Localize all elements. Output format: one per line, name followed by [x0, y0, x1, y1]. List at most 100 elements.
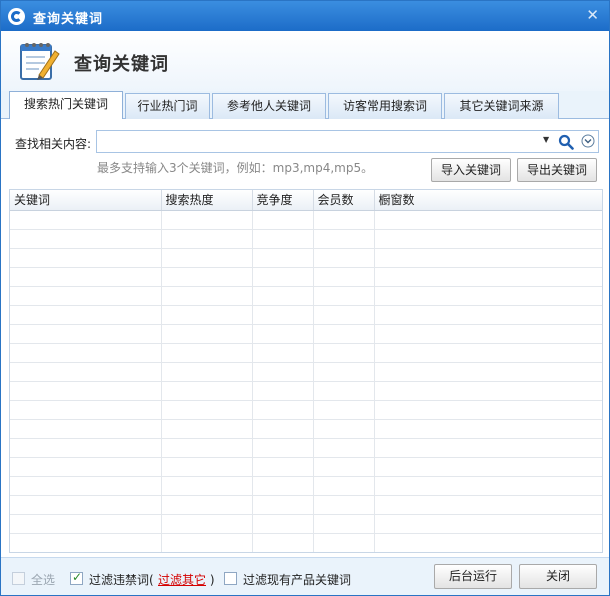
table-cell [10, 305, 162, 325]
column-header-showcase[interactable]: 橱窗数 [374, 190, 602, 211]
app-logo-icon [8, 8, 25, 25]
table-row[interactable] [10, 305, 602, 325]
header-title: 查询关键词 [74, 54, 169, 75]
column-header-keyword[interactable]: 关键词 [10, 190, 162, 211]
table-cell [313, 229, 375, 249]
table-cell [161, 438, 253, 458]
import-keywords-button[interactable]: 导入关键词 [431, 158, 511, 182]
table-row[interactable] [10, 229, 602, 249]
header: 查询关键词 [1, 31, 609, 91]
filter-existing-checkbox[interactable] [224, 572, 237, 585]
table-cell [161, 476, 253, 496]
tab-industry-hot-words[interactable]: 行业热门词 [125, 93, 210, 119]
table-cell [161, 324, 253, 344]
table-row[interactable] [10, 381, 602, 401]
chevron-down-circle-icon[interactable] [581, 134, 595, 148]
table-row[interactable] [10, 362, 602, 382]
table-cell [10, 400, 162, 420]
bottom-bar: 全选 ✓ 过滤违禁词( 过滤其它 ) 过滤现有产品关键词 后台运行 关闭 [1, 557, 609, 595]
table-cell [161, 229, 253, 249]
filter-other-link[interactable]: 过滤其它 [158, 573, 206, 587]
close-button[interactable]: 关闭 [519, 564, 597, 589]
filter-banned-checkbox[interactable]: ✓ [70, 570, 83, 585]
window-title: 查询关键词 [33, 12, 104, 27]
table-cell [313, 400, 375, 420]
table-row[interactable] [10, 476, 602, 496]
table-cell [313, 267, 375, 287]
table-cell [374, 457, 602, 477]
table-cell [313, 495, 375, 515]
table-cell [374, 248, 602, 268]
table-cell [374, 495, 602, 515]
table-cell [10, 324, 162, 344]
search-combobox[interactable]: ▼ [96, 130, 599, 153]
dropdown-arrow-icon[interactable]: ▼ [543, 135, 549, 144]
table-row[interactable] [10, 438, 602, 458]
table-cell [161, 381, 253, 401]
table-cell [374, 514, 602, 534]
table-cell [10, 381, 162, 401]
tab-reference-others-keywords[interactable]: 参考他人关键词 [212, 93, 326, 119]
table-cell [252, 419, 314, 439]
table-cell [252, 533, 314, 552]
table-row[interactable] [10, 400, 602, 420]
table-cell [313, 438, 375, 458]
table-row[interactable] [10, 267, 602, 287]
column-header-members[interactable]: 会员数 [313, 190, 375, 211]
column-header-search-heat[interactable]: 搜索热度 [161, 190, 253, 211]
export-keywords-button[interactable]: 导出关键词 [517, 158, 597, 182]
table-cell [161, 267, 253, 287]
table-row[interactable] [10, 419, 602, 439]
notepad-pencil-icon [20, 43, 60, 80]
table-row[interactable] [10, 248, 602, 268]
table-cell [10, 495, 162, 515]
column-header-competition[interactable]: 竞争度 [252, 190, 314, 211]
search-input[interactable] [99, 133, 539, 150]
table-cell [374, 476, 602, 496]
keyword-table: 关键词 搜索热度 竞争度 会员数 橱窗数 [9, 189, 603, 553]
table-cell [313, 476, 375, 496]
table-cell [252, 476, 314, 496]
filter-banned-label: 过滤违禁词( [89, 573, 154, 587]
table-cell [313, 248, 375, 268]
table-row[interactable] [10, 457, 602, 477]
tab-content: 查找相关内容: ▼ 最多支持输入3个关键词，例如：mp3,mp4,mp5。 导入… [1, 119, 609, 557]
table-cell [252, 267, 314, 287]
table-cell [374, 229, 602, 249]
table-cell [374, 343, 602, 363]
table-cell [161, 419, 253, 439]
table-cell [252, 248, 314, 268]
table-cell [10, 362, 162, 382]
table-row[interactable] [10, 533, 602, 552]
tab-hot-search-keywords[interactable]: 搜索热门关键词 [9, 91, 123, 120]
table-cell [161, 400, 253, 420]
table-cell [10, 210, 162, 230]
table-cell [252, 210, 314, 230]
close-icon[interactable]: ✕ [586, 6, 599, 24]
checkmark-icon: ✓ [72, 570, 83, 584]
table-row[interactable] [10, 495, 602, 515]
search-icon[interactable] [558, 134, 574, 150]
background-run-button[interactable]: 后台运行 [434, 564, 512, 589]
table-cell [374, 362, 602, 382]
table-row[interactable] [10, 324, 602, 344]
tab-visitor-search-words[interactable]: 访客常用搜索词 [328, 93, 442, 119]
table-row[interactable] [10, 210, 602, 230]
table-cell [374, 267, 602, 287]
table-row[interactable] [10, 286, 602, 306]
filter-banned-close-paren: ) [209, 573, 215, 587]
table-cell [10, 476, 162, 496]
table-cell [161, 248, 253, 268]
table-cell [10, 533, 162, 552]
table-cell [252, 229, 314, 249]
select-all-checkbox[interactable] [12, 572, 25, 585]
table-cell [374, 400, 602, 420]
table-row[interactable] [10, 343, 602, 363]
table-cell [10, 286, 162, 306]
tab-other-keyword-sources[interactable]: 其它关键词来源 [444, 93, 559, 119]
table-row[interactable] [10, 514, 602, 534]
table-cell [161, 362, 253, 382]
title-bar[interactable]: 查询关键词 ✕ [1, 1, 609, 31]
table-cell [10, 229, 162, 249]
table-cell [10, 438, 162, 458]
